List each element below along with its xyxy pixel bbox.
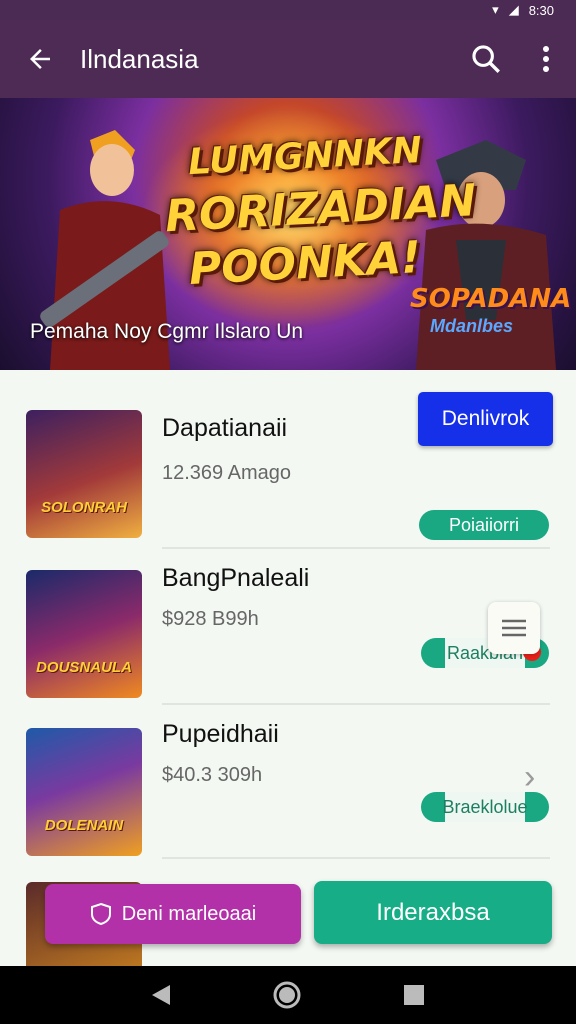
game-list: SOLONRAH Dapatianaii 12.369 Amago Denliv…: [0, 370, 576, 972]
item-title: Dapatianaii: [162, 414, 288, 442]
recents-nav-icon[interactable]: [402, 983, 426, 1007]
list-item[interactable]: SOLONRAH Dapatianaii 12.369 Amago Denliv…: [0, 370, 576, 549]
item-subtitle: $928 B99h: [162, 608, 259, 630]
thumbnail-label: SOLONRAH: [41, 499, 127, 516]
secondary-action-label: Deni marleoaai: [121, 902, 257, 925]
search-button[interactable]: [456, 20, 516, 98]
app-bar: Ilndanasia: [0, 20, 576, 98]
status-bar: ▾ ◢ 8:30: [0, 0, 576, 20]
game-thumbnail: SOLONRAH: [26, 410, 142, 538]
home-nav-icon[interactable]: [272, 980, 302, 1010]
divider: [162, 547, 550, 549]
promo-banner[interactable]: LUMGNNKN RORIZADIAN POONKA! Pemaha Noy C…: [0, 98, 576, 370]
divider: [162, 857, 550, 859]
download-button[interactable]: Denlivrok: [418, 392, 553, 446]
back-button[interactable]: [0, 20, 80, 98]
arrow-left-icon: [30, 49, 50, 69]
divider: [162, 703, 550, 705]
status-pill[interactable]: Poiaiiorri: [419, 510, 549, 540]
thumbnail-label: DOLENAIN: [44, 817, 124, 834]
back-nav-icon[interactable]: [150, 983, 172, 1007]
chevron-right-icon[interactable]: ›: [524, 758, 535, 797]
signal-icon: ◢: [508, 2, 519, 17]
item-title: BangPnaleali: [162, 564, 310, 592]
banner-logo: SOPADANA: [410, 284, 572, 314]
shield-icon: [90, 902, 111, 926]
primary-action-button[interactable]: Irderaxbsa: [314, 881, 552, 944]
secondary-action-button[interactable]: Deni marleoaai: [45, 884, 301, 944]
item-subtitle: $40.3 309h: [162, 764, 263, 786]
search-icon: [472, 45, 500, 73]
banner-caption: Pemaha Noy Cgmr Ilslaro Un: [30, 320, 304, 343]
menu-icon: [502, 619, 526, 637]
page-title: Ilndanasia: [80, 43, 199, 74]
system-nav-bar: [0, 966, 576, 1024]
thumbnail-label: DOUSNAULA: [36, 659, 132, 676]
game-thumbnail: DOUSNAULA: [26, 570, 142, 698]
more-vertical-icon: [543, 46, 549, 72]
banner-logo-sub: Mdanlbes: [430, 316, 514, 336]
item-title: Pupeidhaii: [162, 720, 279, 748]
item-subtitle: 12.369 Amago: [162, 462, 291, 484]
clock: 8:30: [528, 2, 554, 18]
list-item[interactable]: DOLENAIN Pupeidhaii $40.3 309h Braeklolu…: [0, 706, 576, 861]
wifi-icon: ▾: [492, 2, 499, 17]
menu-button[interactable]: [488, 602, 540, 654]
more-button[interactable]: [516, 20, 576, 98]
game-thumbnail: DOLENAIN: [26, 728, 142, 856]
